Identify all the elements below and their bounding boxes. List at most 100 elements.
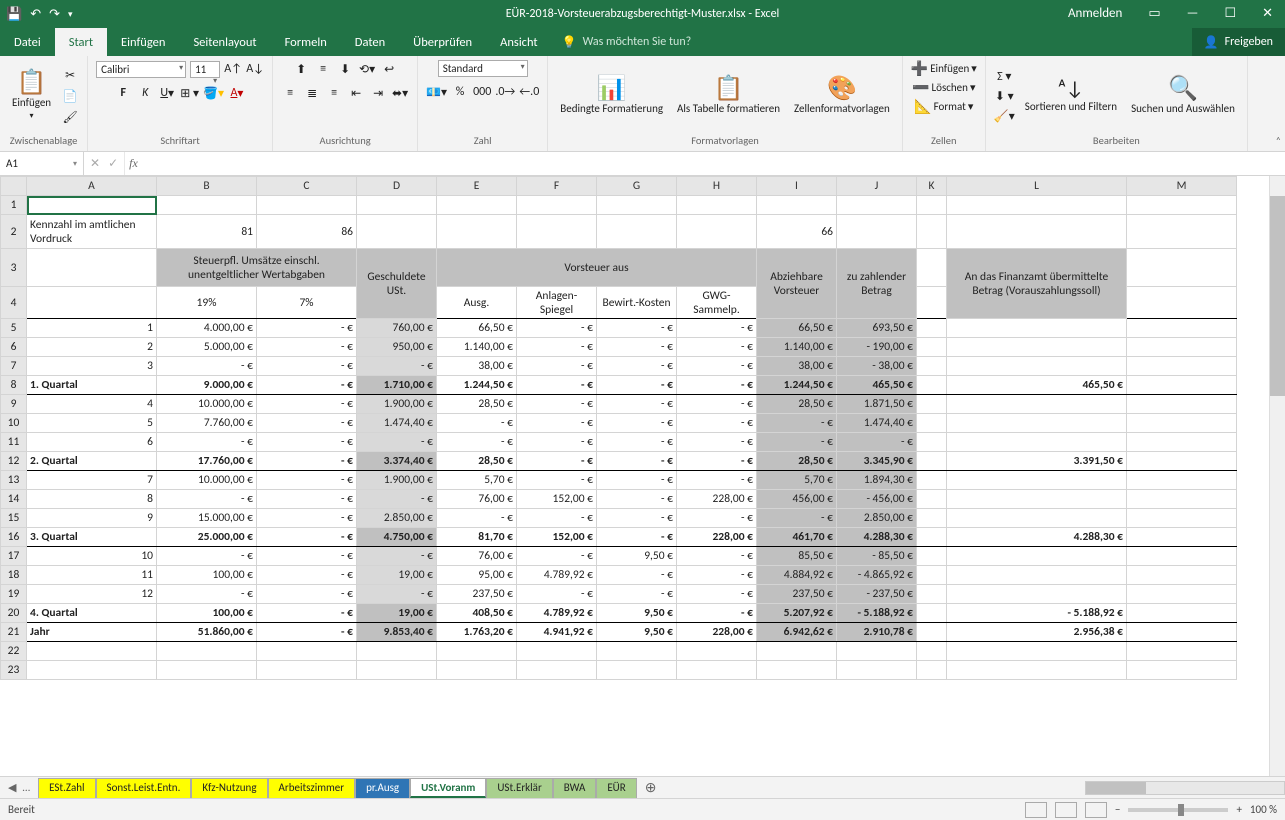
italic-icon[interactable]: K xyxy=(136,84,154,102)
zoom-in-icon[interactable]: + xyxy=(1236,803,1241,816)
find-select-button[interactable]: 🔍Suchen und Auswählen xyxy=(1127,75,1239,117)
zoom-out-icon[interactable]: − xyxy=(1115,803,1120,816)
col-header[interactable]: G xyxy=(597,177,677,196)
merge-icon[interactable]: ⬌▾ xyxy=(391,84,409,102)
align-right-icon[interactable]: ≡ xyxy=(325,84,343,102)
sheet-tab[interactable]: ESt.Zahl xyxy=(38,778,95,798)
number-format-select[interactable]: Standard xyxy=(438,60,528,77)
align-bottom-icon[interactable]: ⬇ xyxy=(336,60,354,78)
sheet-nav-first-icon[interactable]: ◀ xyxy=(8,781,16,794)
view-page-break-icon[interactable] xyxy=(1085,802,1107,818)
sheet-tab[interactable]: EÜR xyxy=(596,778,636,798)
col-header[interactable]: C xyxy=(257,177,357,196)
cell[interactable] xyxy=(597,196,677,215)
col-header[interactable]: B xyxy=(157,177,257,196)
formula-input[interactable] xyxy=(142,152,1285,175)
tab-einfuegen[interactable]: Einfügen xyxy=(107,28,179,56)
col-header[interactable]: H xyxy=(677,177,757,196)
format-as-table-button[interactable]: 📋Als Tabelle formatieren xyxy=(673,75,784,117)
row-header[interactable]: 1 xyxy=(1,196,27,215)
cell[interactable] xyxy=(677,196,757,215)
spreadsheet-grid[interactable]: ABCDEFGHIJKLM12 Kennzahl im amtlichen Vo… xyxy=(0,176,1285,776)
tab-seitenlayout[interactable]: Seitenlayout xyxy=(179,28,270,56)
sort-filter-button[interactable]: ᴬ↓Sortieren und Filtern xyxy=(1021,77,1121,115)
cell[interactable] xyxy=(917,196,947,215)
indent-dec-icon[interactable]: ⇤ xyxy=(347,84,365,102)
cell[interactable] xyxy=(27,196,157,215)
sheet-tab[interactable]: Sonst.Leist.Entn. xyxy=(96,778,192,798)
align-middle-icon[interactable]: ≡ xyxy=(314,60,332,78)
tell-me-input[interactable]: Was möchten Sie tun? xyxy=(552,28,702,56)
tab-start[interactable]: Start xyxy=(55,28,107,56)
sign-in-button[interactable]: Anmelden xyxy=(1056,0,1134,28)
cell[interactable] xyxy=(757,196,837,215)
col-header[interactable]: A xyxy=(27,177,157,196)
align-center-icon[interactable]: ≣ xyxy=(303,84,321,102)
font-name-select[interactable]: Calibri xyxy=(96,61,186,78)
percent-icon[interactable]: % xyxy=(451,83,469,101)
col-header[interactable]: K xyxy=(917,177,947,196)
increase-font-icon[interactable]: A↑ xyxy=(224,60,242,78)
decrease-font-icon[interactable]: A↓ xyxy=(246,60,264,78)
cell[interactable] xyxy=(947,196,1127,215)
sheet-tab[interactable]: USt.Erklär xyxy=(486,778,552,798)
cell[interactable] xyxy=(1127,196,1237,215)
add-sheet-icon[interactable]: ⊕ xyxy=(637,779,665,796)
col-header[interactable]: E xyxy=(437,177,517,196)
sheet-tab[interactable]: USt.Voranm xyxy=(410,778,486,798)
format-painter-icon[interactable]: 🖌 xyxy=(61,108,79,126)
cell[interactable] xyxy=(357,196,437,215)
underline-icon[interactable]: U ▾ xyxy=(158,84,176,102)
cancel-formula-icon[interactable]: ✕ xyxy=(90,156,100,171)
sheet-tab[interactable]: Kfz-Nutzung xyxy=(191,778,267,798)
view-page-layout-icon[interactable] xyxy=(1055,802,1077,818)
currency-icon[interactable]: 💶▾ xyxy=(426,83,447,101)
col-header[interactable]: I xyxy=(757,177,837,196)
tab-datei[interactable]: Datei xyxy=(0,28,55,56)
cell[interactable] xyxy=(157,196,257,215)
sheet-tab[interactable]: Arbeitszimmer xyxy=(268,778,356,798)
orientation-icon[interactable]: ⟲▾ xyxy=(358,60,376,78)
font-size-select[interactable]: 11 xyxy=(190,61,220,78)
cell[interactable] xyxy=(837,196,917,215)
col-header[interactable]: M xyxy=(1127,177,1237,196)
share-button[interactable]: 👤 Freigeben xyxy=(1192,28,1285,56)
zoom-level[interactable]: 100 % xyxy=(1250,803,1277,816)
redo-icon[interactable]: ↷ xyxy=(49,7,60,22)
format-cells-button[interactable]: 📐Format ▾ xyxy=(914,98,973,115)
close-icon[interactable]: ✕ xyxy=(1250,0,1285,28)
copy-icon[interactable]: 📄 xyxy=(61,87,79,105)
wrap-text-icon[interactable]: ↩ xyxy=(380,60,398,78)
font-color-icon[interactable]: A▾ xyxy=(228,84,246,102)
insert-cells-button[interactable]: ➕Einfügen ▾ xyxy=(911,60,977,77)
qat-more-icon[interactable]: ▾ xyxy=(68,9,73,20)
align-left-icon[interactable]: ≡ xyxy=(281,84,299,102)
autosum-icon[interactable]: Σ ▾ xyxy=(994,67,1015,85)
minimize-icon[interactable]: — xyxy=(1175,0,1211,28)
sheet-tab[interactable]: BWA xyxy=(553,778,597,798)
bold-icon[interactable]: F xyxy=(114,84,132,102)
clear-icon[interactable]: 🧹▾ xyxy=(994,107,1015,125)
dec-decimal-icon[interactable]: ←.0 xyxy=(519,83,539,101)
cell[interactable] xyxy=(517,196,597,215)
col-header[interactable]: D xyxy=(357,177,437,196)
ribbon-options-icon[interactable]: ▭ xyxy=(1136,0,1172,28)
conditional-formatting-button[interactable]: 📊Bedingte Formatierung xyxy=(556,75,667,117)
cell-styles-button[interactable]: 🎨Zellenformatvorlagen xyxy=(790,75,894,117)
align-top-icon[interactable]: ⬆ xyxy=(292,60,310,78)
tab-ansicht[interactable]: Ansicht xyxy=(486,28,551,56)
tab-formeln[interactable]: Formeln xyxy=(271,28,341,56)
delete-cells-button[interactable]: ➖Löschen ▾ xyxy=(912,79,975,96)
undo-icon[interactable]: ↶ xyxy=(30,7,41,22)
indent-inc-icon[interactable]: ⇥ xyxy=(369,84,387,102)
save-icon[interactable]: 💾 xyxy=(6,7,22,22)
maximize-icon[interactable]: ☐ xyxy=(1212,0,1248,28)
sheet-tab[interactable]: pr.Ausg xyxy=(355,778,410,798)
sheet-nav-more-icon[interactable]: … xyxy=(22,781,30,794)
tab-daten[interactable]: Daten xyxy=(341,28,399,56)
fill-icon[interactable]: ⬇ ▾ xyxy=(994,87,1015,105)
cell[interactable] xyxy=(257,196,357,215)
collapse-ribbon-icon[interactable]: ˄ xyxy=(1276,134,1281,147)
cell[interactable] xyxy=(437,196,517,215)
cut-icon[interactable]: ✂ xyxy=(61,66,79,84)
